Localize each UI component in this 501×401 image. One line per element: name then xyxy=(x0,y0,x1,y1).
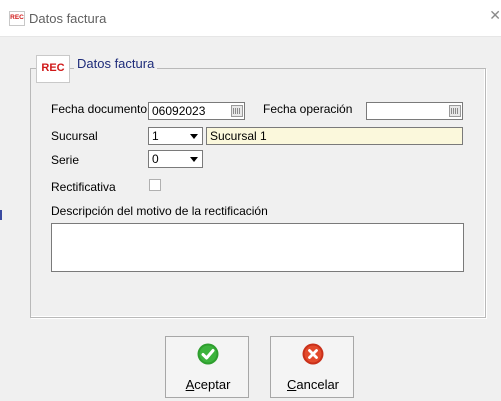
sucursal-name-field: Sucursal 1 xyxy=(206,127,463,145)
sucursal-label: Sucursal xyxy=(51,129,98,143)
aceptar-button[interactable]: Aceptar xyxy=(165,336,249,398)
sucursal-value: 1 xyxy=(152,129,159,143)
rec-icon: REC xyxy=(36,55,70,83)
fecha-documento-field[interactable]: 06092023 xyxy=(148,102,245,120)
fecha-operacion-field[interactable] xyxy=(366,102,463,120)
title-bar: REC Datos factura ✕ xyxy=(0,0,501,37)
cancel-icon xyxy=(302,343,324,365)
window-edge-marker xyxy=(0,210,2,220)
window-title: Datos factura xyxy=(29,11,107,26)
calendar-icon[interactable] xyxy=(449,105,461,117)
sucursal-select[interactable]: 1 xyxy=(148,127,203,145)
aceptar-label: Aceptar xyxy=(166,377,250,392)
app-icon: REC xyxy=(9,11,25,26)
rec-icon-text: REC xyxy=(41,62,65,74)
aceptar-accel: A xyxy=(185,377,195,392)
serie-select[interactable]: 0 xyxy=(148,150,203,168)
cancelar-button[interactable]: Cancelar xyxy=(270,336,354,398)
descripcion-textarea[interactable] xyxy=(51,223,464,272)
descripcion-label: Descripción del motivo de la rectificaci… xyxy=(51,204,268,218)
chevron-down-icon[interactable] xyxy=(187,129,201,143)
chevron-down-icon[interactable] xyxy=(187,152,201,166)
calendar-icon[interactable] xyxy=(231,105,243,117)
rectificativa-checkbox[interactable] xyxy=(149,179,161,191)
fecha-documento-value: 06092023 xyxy=(152,104,206,118)
close-icon[interactable]: ✕ xyxy=(489,7,501,24)
cancelar-rest: ancelar xyxy=(296,377,340,392)
cancelar-label: Cancelar xyxy=(271,377,355,392)
fecha-documento-label: Fecha documento xyxy=(51,102,148,116)
serie-value: 0 xyxy=(152,152,159,166)
group-legend: Datos factura xyxy=(74,56,158,71)
sucursal-name-value: Sucursal 1 xyxy=(210,129,267,143)
serie-label: Serie xyxy=(51,153,80,167)
app-icon-text: REC xyxy=(10,14,24,21)
cancelar-accel: C xyxy=(286,377,297,392)
aceptar-rest: ceptar xyxy=(194,377,231,392)
fecha-operacion-label: Fecha operación xyxy=(263,102,353,116)
rectificativa-label: Rectificativa xyxy=(51,180,116,194)
check-icon xyxy=(197,343,219,365)
